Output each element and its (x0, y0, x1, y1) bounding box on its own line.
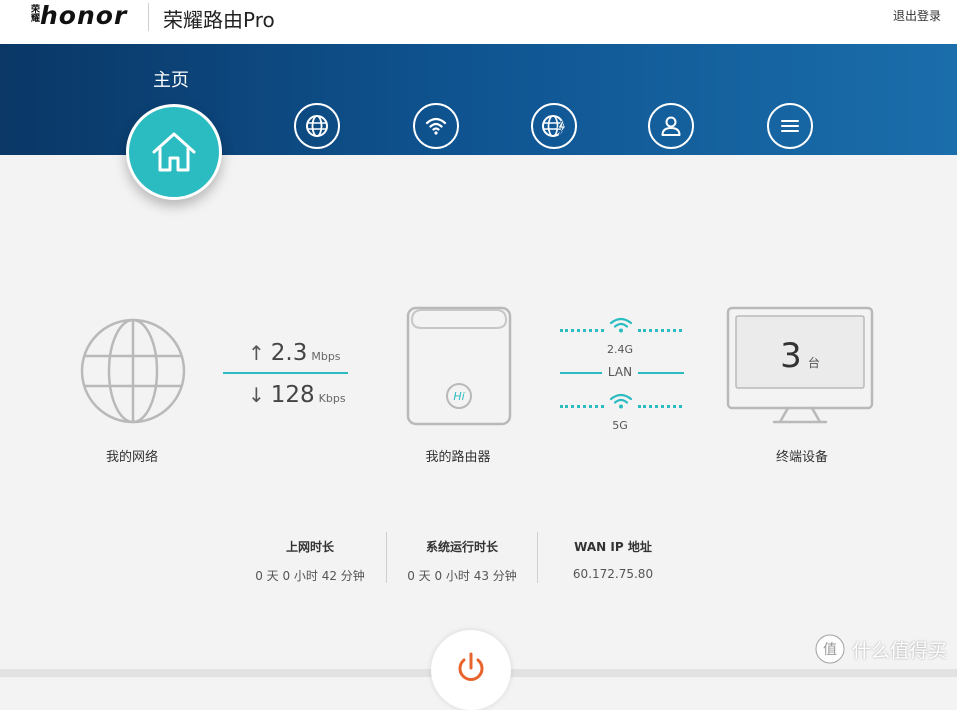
nav-home-button[interactable] (126, 104, 222, 200)
smzdm-logo-icon: 值 (815, 634, 845, 664)
nav-active-label: 主页 (153, 70, 189, 91)
device-unit: 台 (807, 356, 820, 370)
download-unit: Kbps (318, 392, 346, 405)
stat-divider (537, 532, 538, 583)
wifi-24-icon (609, 317, 633, 333)
upload-unit: Mbps (311, 350, 341, 363)
speed-divider (223, 372, 348, 374)
power-icon (458, 652, 484, 681)
band-24-line-right (638, 329, 682, 332)
nav-wifi-button[interactable] (413, 103, 459, 149)
nav-internet-button[interactable] (294, 103, 340, 149)
upload-speed: ↑ 2.3 Mbps (248, 340, 341, 366)
lan-line-left (560, 372, 602, 374)
network-label: 我的网络 (105, 450, 158, 465)
network-globe-icon[interactable] (80, 318, 186, 424)
upload-value: 2.3 (270, 340, 308, 366)
band-5-line-left (560, 405, 604, 408)
watermark-badge: 值 (823, 642, 837, 658)
band-5-label: 5G (612, 419, 628, 432)
devices-label: 终端设备 (775, 450, 828, 465)
stat-value: 60.172.75.80 (572, 567, 654, 581)
download-speed: ↓ 128 Kbps (248, 382, 346, 408)
band-5-line-right (638, 405, 682, 408)
wifi-icon (425, 117, 447, 135)
router-label: 我的路由器 (425, 450, 491, 465)
up-arrow-icon: ↑ (248, 341, 265, 365)
online-duration-stat: 上网时长 0 天 0 小时 42 分钟 (231, 538, 389, 584)
download-value: 128 (270, 382, 315, 408)
device-count-display: 3台 (736, 336, 864, 376)
band-24-label: 2.4G (606, 343, 634, 356)
globe-icon (306, 115, 328, 137)
brand-chinese-mark: 荣耀 (29, 4, 39, 22)
uptime-stat: 系统运行时长 0 天 0 小时 43 分钟 (392, 538, 532, 584)
nav-more-button[interactable] (767, 103, 813, 149)
nav-network-accel-button[interactable] (531, 103, 577, 149)
power-button[interactable] (431, 630, 511, 710)
stat-title: 上网时长 (285, 540, 334, 554)
wan-ip-stat: WAN IP 地址 60.172.75.80 (545, 538, 681, 581)
lan-line-right (638, 372, 684, 374)
device-count: 3 (780, 336, 802, 376)
wifi-5-icon (609, 393, 633, 409)
product-title: 荣耀路由Pro (163, 8, 275, 32)
router-icon[interactable]: Hi (406, 306, 512, 426)
band-24-line-left (560, 329, 604, 332)
globe-bolt-icon (542, 115, 567, 137)
stat-value: 0 天 0 小时 43 分钟 (407, 569, 517, 583)
menu-icon (781, 120, 799, 132)
watermark: 值 什么值得买 (814, 633, 947, 665)
stat-title: 系统运行时长 (425, 540, 498, 554)
stat-divider (386, 532, 387, 583)
stat-title: WAN IP 地址 (574, 540, 652, 554)
down-arrow-icon: ↓ (248, 383, 265, 407)
home-icon (152, 132, 196, 172)
header-divider (148, 3, 149, 31)
top-header: 荣耀 honor 荣耀路由Pro 退出登录 (0, 0, 957, 44)
user-icon (661, 116, 681, 136)
router-badge-text: Hi (453, 390, 464, 403)
logout-link[interactable]: 退出登录 (893, 7, 941, 24)
honor-logo: honor (40, 1, 128, 30)
watermark-text: 什么值得买 (851, 639, 947, 662)
nav-account-button[interactable] (648, 103, 694, 149)
stat-value: 0 天 0 小时 42 分钟 (255, 569, 365, 583)
lan-label: LAN (607, 365, 633, 379)
